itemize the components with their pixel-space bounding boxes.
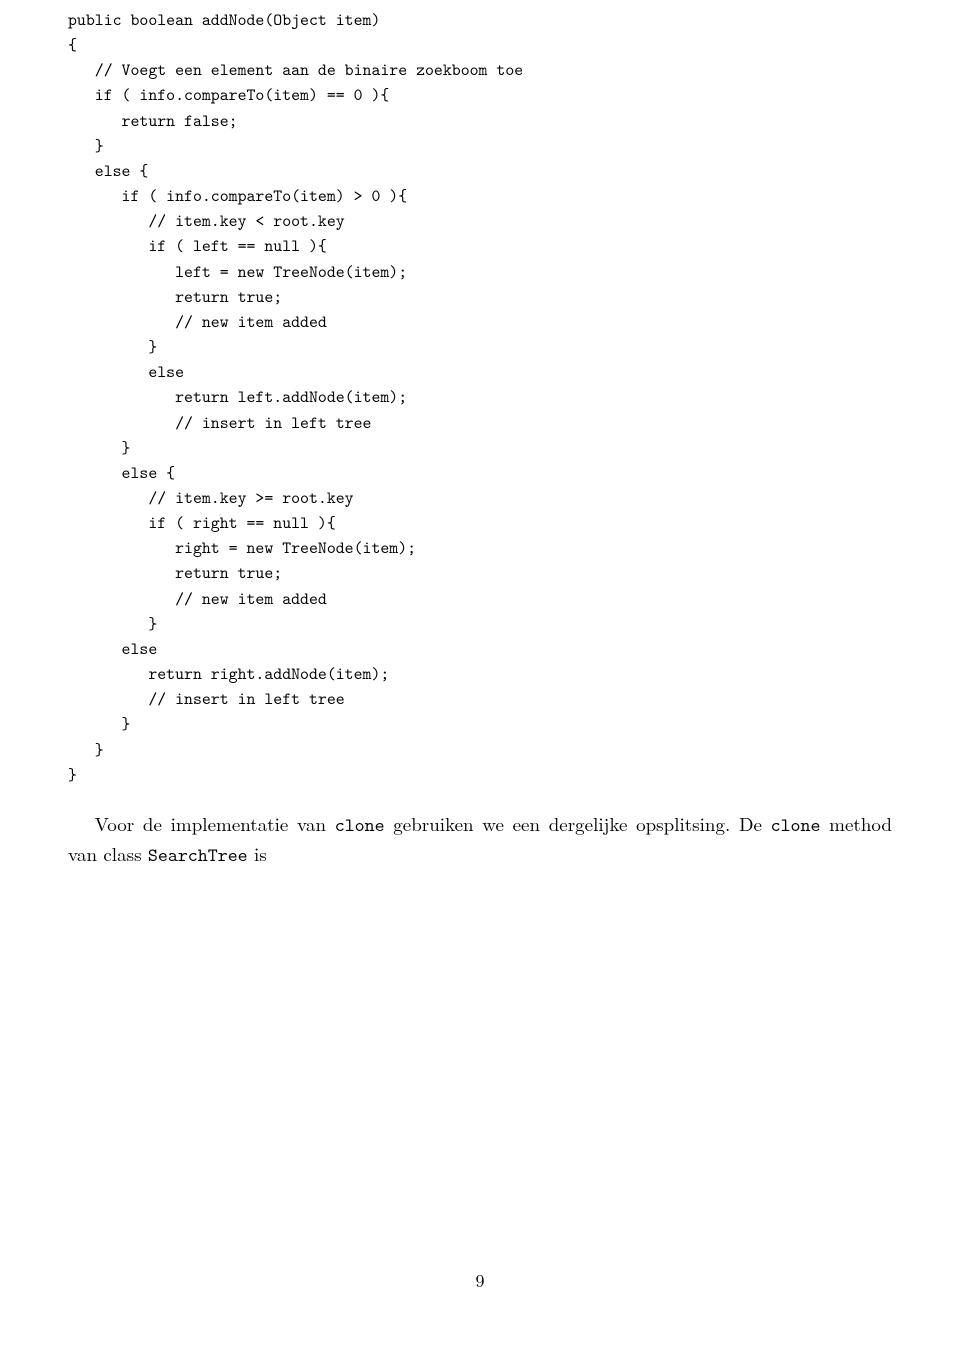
code-line: // insert in left tree [68, 688, 345, 710]
code-line: if ( right == null ){ [68, 512, 336, 534]
code-line: left = new TreeNode(item); [68, 261, 407, 283]
inline-code: SearchTree [148, 843, 248, 868]
inline-code: clone [335, 813, 385, 838]
code-line: } [68, 613, 157, 635]
code-line: } [68, 135, 104, 157]
code-line: right = new TreeNode(item); [68, 537, 416, 559]
code-line: } [68, 764, 77, 786]
code-line: } [68, 713, 130, 735]
code-line: } [68, 739, 104, 761]
code-line: return true; [68, 562, 282, 584]
code-line: if ( left == null ){ [68, 235, 327, 257]
code-line: } [68, 336, 157, 358]
code-line: // new item added [68, 588, 327, 610]
code-line: else { [68, 160, 148, 182]
code-line: // item.key >= root.key [68, 487, 354, 509]
code-line: // item.key < root.key [68, 210, 345, 232]
code-line: return left.addNode(item); [68, 386, 407, 408]
code-line: public boolean addNode(Object item) [68, 9, 380, 31]
code-line: } [68, 437, 130, 459]
code-line: return right.addNode(item); [68, 663, 389, 685]
code-line: // insert in left tree [68, 412, 371, 434]
page-number: 9 [0, 1267, 960, 1294]
code-line: // Voegt een element aan de binaire zoek… [68, 59, 523, 81]
paragraph: Voor de implementatie van clone gebruike… [68, 810, 892, 871]
inline-code: clone [771, 813, 821, 838]
code-line: // new item added [68, 311, 327, 333]
paragraph-text: Voor de implementatie van [95, 810, 335, 837]
paragraph-text: gebruiken we een dergelijke opsplitsing.… [385, 810, 771, 837]
code-line: { [68, 34, 77, 56]
paragraph-text: is [248, 840, 267, 867]
code-line: else [68, 638, 157, 660]
code-line: return true; [68, 286, 282, 308]
code-line: if ( info.compareTo(item) > 0 ){ [68, 185, 407, 207]
code-line: else [68, 361, 184, 383]
code-line: return false; [68, 110, 238, 132]
code-line: if ( info.compareTo(item) == 0 ){ [68, 84, 389, 106]
code-line: else { [68, 462, 175, 484]
code-block: public boolean addNode(Object item) { //… [68, 8, 892, 788]
